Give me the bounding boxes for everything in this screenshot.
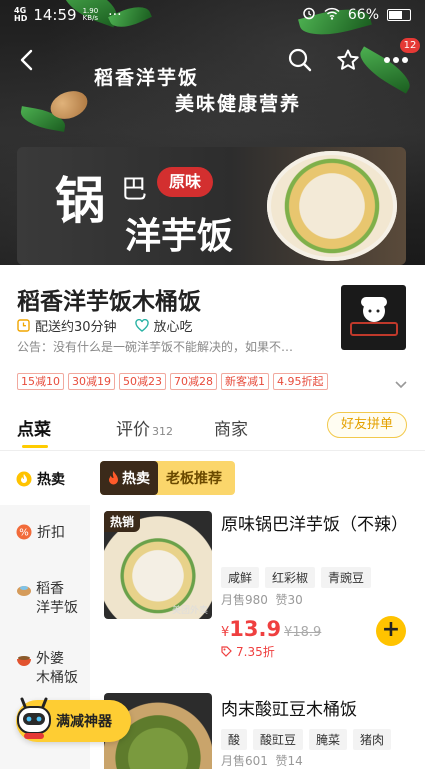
fire-icon xyxy=(16,471,32,487)
tab-reviews[interactable]: 评价 312 xyxy=(116,415,173,440)
safe-eat[interactable]: 放心吃 xyxy=(134,316,193,335)
bowl-icon xyxy=(17,656,31,666)
signal-indicator: 4G HD xyxy=(14,6,28,23)
dish-tags: 咸鲜 红彩椒 青豌豆 xyxy=(221,567,372,588)
dish-tag: 酸 xyxy=(221,729,248,750)
promotion-tags[interactable]: 15减10 30减19 50减23 70减28 新客减1 4.95折起 xyxy=(17,373,328,390)
promo-char1: 锅 xyxy=(55,171,105,230)
watermark: 美团外卖 xyxy=(171,606,208,616)
more-notifications: ··· xyxy=(108,7,122,23)
back-button[interactable] xyxy=(6,40,46,80)
discount-tag-icon xyxy=(221,646,232,657)
tab-order[interactable]: 点菜 xyxy=(17,415,51,440)
status-bar: 4G HD 14:59 1.90 KB/s ··· 66% xyxy=(0,0,425,30)
discount-helper-label: 满减神器 xyxy=(56,714,112,730)
dish-sales: 月售601 赞14 xyxy=(221,754,303,768)
dish-name[interactable]: 原味锅巴洋芋饭（不辣） xyxy=(221,512,408,538)
dish-photo xyxy=(267,151,397,261)
svg-text:%: % xyxy=(19,528,29,539)
network-speed: 1.90 KB/s xyxy=(82,7,99,22)
favorite-button[interactable] xyxy=(328,40,368,80)
robot-icon[interactable] xyxy=(14,693,54,741)
message-badge: 12 xyxy=(400,38,420,53)
section-title: 老板推荐 xyxy=(166,471,222,487)
dish-image[interactable]: 热销 美团外卖 xyxy=(104,511,212,619)
more-button[interactable]: 12 xyxy=(376,38,420,80)
sidebar-item-bucket-rice[interactable]: 外婆 木桶饭 xyxy=(0,650,90,688)
promo-char2: 巴 xyxy=(121,175,148,205)
promo-tag: 15减10 xyxy=(17,373,64,390)
original-price: ¥18.9 xyxy=(284,625,322,640)
star-icon xyxy=(337,49,359,70)
promo-tag: 4.95折起 xyxy=(273,373,328,390)
slogan-line2: 美味健康营养 xyxy=(175,93,302,115)
sidebar-item-hot[interactable]: 热卖 xyxy=(0,452,90,505)
hot-pill: 热卖 xyxy=(100,461,158,495)
tab-merchant[interactable]: 商家 xyxy=(214,415,248,440)
promo-tag: 30减19 xyxy=(68,373,115,390)
heart-icon xyxy=(134,319,149,332)
more-dots-icon xyxy=(384,57,408,63)
dish-sales: 月售980 赞30 xyxy=(221,593,303,607)
promo-line2: 洋芋饭 xyxy=(125,215,234,257)
dish-tag: 青豌豆 xyxy=(321,567,372,588)
shop-notice[interactable]: 公告：没有什么是一碗洋芋饭不能解决的，如果不… xyxy=(17,338,327,355)
sidebar-item-discount[interactable]: % 折扣 xyxy=(0,522,90,542)
back-arrow-icon xyxy=(20,49,33,71)
shop-name: 稻香洋芋饭木桶饭 xyxy=(17,289,201,315)
dish-tag: 红彩椒 xyxy=(265,567,316,588)
add-to-cart-button[interactable]: + xyxy=(376,616,406,646)
dish-tag: 猪肉 xyxy=(353,729,392,750)
shop-logo[interactable] xyxy=(341,285,406,350)
potato-icon xyxy=(17,586,31,596)
group-order-button[interactable]: 好友拼单 xyxy=(327,412,407,438)
promo-tag: 70减28 xyxy=(170,373,217,390)
nav-bar: 12 xyxy=(0,38,425,80)
promo-tag: 新客减1 xyxy=(221,373,269,390)
delivery-time: 配送约30分钟 xyxy=(17,316,117,335)
chevron-down-icon[interactable] xyxy=(395,374,407,393)
battery-icon xyxy=(387,9,411,21)
flame-icon xyxy=(109,471,118,485)
search-button[interactable] xyxy=(280,40,320,80)
dish-discount: 7.35折 xyxy=(221,643,275,660)
review-count: 312 xyxy=(152,425,173,438)
alarm-icon xyxy=(302,6,316,24)
promo-tag: 50减23 xyxy=(119,373,166,390)
tab-indicator xyxy=(22,445,48,448)
dish-price: ¥13.9 ¥18.9 xyxy=(221,617,322,641)
slogan-line1: 稻香洋芋饭 xyxy=(94,67,200,89)
promo-banner[interactable]: 锅 巴 原味 洋芋饭 xyxy=(17,147,406,265)
sidebar-item-potato-rice[interactable]: 稻香 洋芋饭 xyxy=(0,580,90,618)
wifi-icon xyxy=(324,7,340,24)
dish-tag: 咸鲜 xyxy=(221,567,260,588)
dish-tags: 酸 酸豇豆 腌菜 猪肉 xyxy=(221,729,392,750)
clock-icon xyxy=(17,319,30,332)
hot-sale-tag: 热销 xyxy=(104,511,141,532)
section-header: 热卖 老板推荐 xyxy=(100,461,235,495)
dish-name[interactable]: 肉末酸豇豆木桶饭 xyxy=(221,697,401,723)
discount-icon: % xyxy=(16,524,32,540)
battery-percent: 66% xyxy=(347,7,379,23)
promo-seal: 原味 xyxy=(157,167,213,197)
search-icon xyxy=(288,48,312,72)
dish-tag: 酸豇豆 xyxy=(253,729,304,750)
dish-tag: 腌菜 xyxy=(309,729,348,750)
status-time: 14:59 xyxy=(33,6,77,24)
